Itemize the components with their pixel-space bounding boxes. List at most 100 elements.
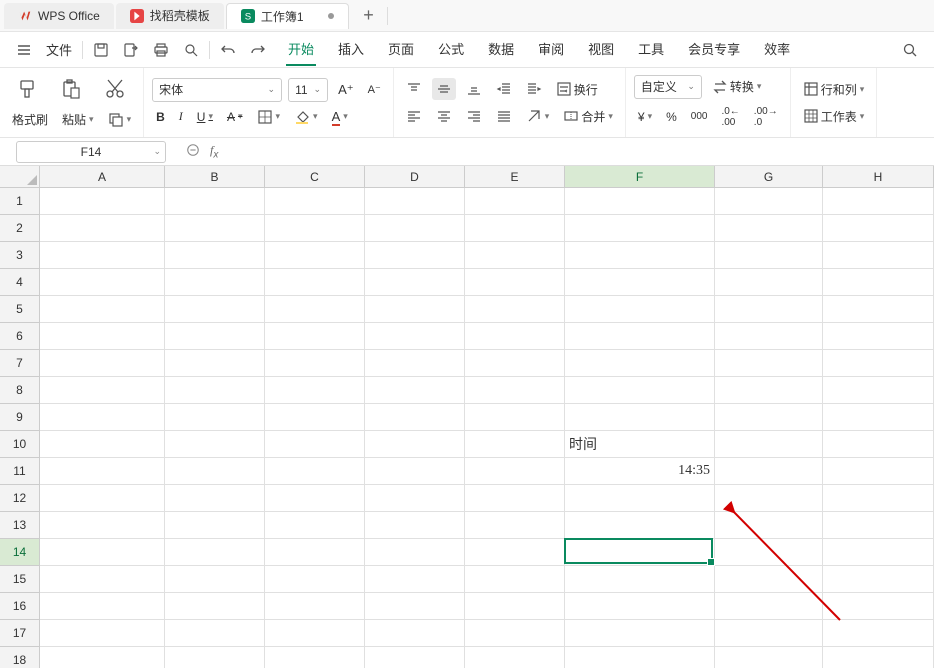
cell[interactable] — [465, 215, 565, 242]
percent-button[interactable]: % — [662, 107, 681, 127]
cell[interactable] — [40, 404, 165, 431]
cell[interactable] — [465, 350, 565, 377]
row-header[interactable]: 2 — [0, 215, 40, 242]
menu-insert[interactable]: 插入 — [336, 33, 366, 66]
cell[interactable] — [565, 188, 715, 215]
cell[interactable] — [823, 620, 934, 647]
cell[interactable] — [365, 566, 465, 593]
row-header[interactable]: 9 — [0, 404, 40, 431]
cell[interactable] — [823, 323, 934, 350]
cell[interactable] — [565, 350, 715, 377]
cell[interactable] — [365, 377, 465, 404]
align-top-button[interactable] — [402, 78, 426, 100]
cell[interactable] — [715, 647, 823, 668]
cell[interactable] — [465, 539, 565, 566]
font-name-select[interactable]: 宋体⌄ — [152, 78, 282, 102]
cell[interactable] — [465, 269, 565, 296]
cell[interactable] — [165, 431, 265, 458]
cell[interactable] — [465, 431, 565, 458]
menu-member[interactable]: 会员专享 — [686, 33, 742, 66]
border-button[interactable]: ▾ — [253, 106, 285, 128]
cell[interactable] — [715, 242, 823, 269]
cell[interactable]: 14:35 — [565, 458, 715, 485]
cell[interactable] — [715, 566, 823, 593]
cell[interactable] — [365, 539, 465, 566]
cell[interactable] — [823, 242, 934, 269]
row-header[interactable]: 10 — [0, 431, 40, 458]
cell[interactable] — [465, 377, 565, 404]
cell[interactable] — [365, 215, 465, 242]
cell[interactable] — [265, 188, 365, 215]
export-icon[interactable] — [117, 36, 145, 64]
row-header[interactable]: 18 — [0, 647, 40, 668]
cell[interactable] — [465, 647, 565, 668]
column-header[interactable]: G — [715, 166, 823, 188]
cell[interactable] — [165, 620, 265, 647]
row-header[interactable]: 16 — [0, 593, 40, 620]
font-size-select[interactable]: 11⌄ — [288, 78, 328, 102]
row-header[interactable]: 17 — [0, 620, 40, 647]
cell[interactable] — [565, 539, 715, 566]
row-header[interactable]: 15 — [0, 566, 40, 593]
cell[interactable] — [265, 458, 365, 485]
cell[interactable] — [365, 296, 465, 323]
align-bottom-button[interactable] — [462, 78, 486, 100]
cell[interactable] — [565, 377, 715, 404]
cell[interactable] — [715, 539, 823, 566]
row-header[interactable]: 8 — [0, 377, 40, 404]
column-header[interactable]: A — [40, 166, 165, 188]
cell[interactable] — [365, 593, 465, 620]
cell[interactable] — [40, 593, 165, 620]
strikethrough-button[interactable]: A▾ — [223, 107, 247, 127]
cell[interactable] — [565, 566, 715, 593]
print-icon[interactable] — [147, 36, 175, 64]
cell[interactable] — [265, 323, 365, 350]
cell[interactable] — [365, 458, 465, 485]
cell[interactable] — [715, 215, 823, 242]
number-format-select[interactable]: 自定义⌄ — [634, 75, 702, 99]
cell[interactable] — [465, 566, 565, 593]
rowcol-button[interactable]: 行和列▾ — [799, 78, 869, 101]
cell[interactable] — [565, 269, 715, 296]
cell[interactable] — [40, 458, 165, 485]
cell[interactable] — [565, 242, 715, 269]
cell[interactable]: 时间 — [565, 431, 715, 458]
cell[interactable] — [165, 404, 265, 431]
menu-view[interactable]: 视图 — [586, 33, 616, 66]
decrease-decimal-button[interactable]: .0←.00 — [717, 103, 743, 131]
column-header[interactable]: B — [165, 166, 265, 188]
cell[interactable] — [265, 215, 365, 242]
menu-icon[interactable] — [10, 36, 38, 64]
cell[interactable] — [715, 512, 823, 539]
column-header[interactable]: C — [265, 166, 365, 188]
cell[interactable] — [165, 296, 265, 323]
italic-button[interactable]: I — [175, 106, 187, 127]
menu-page[interactable]: 页面 — [386, 33, 416, 66]
cell[interactable] — [165, 188, 265, 215]
column-header[interactable]: H — [823, 166, 934, 188]
cell[interactable] — [823, 647, 934, 668]
cell[interactable] — [40, 377, 165, 404]
cell[interactable] — [40, 296, 165, 323]
cell[interactable] — [165, 566, 265, 593]
convert-button[interactable]: 转换▾ — [708, 75, 766, 98]
cell[interactable] — [40, 512, 165, 539]
cell[interactable] — [365, 620, 465, 647]
cell[interactable] — [823, 404, 934, 431]
cell[interactable] — [165, 647, 265, 668]
decrease-indent-button[interactable] — [492, 78, 516, 100]
cell[interactable] — [715, 458, 823, 485]
app-tab-wps[interactable]: WPS Office — [4, 3, 114, 29]
row-header[interactable]: 7 — [0, 350, 40, 377]
worksheet-button[interactable]: 工作表▾ — [799, 105, 869, 128]
orientation-button[interactable]: ▾ — [522, 105, 554, 127]
cell[interactable] — [365, 242, 465, 269]
cell[interactable] — [465, 296, 565, 323]
cell[interactable] — [165, 458, 265, 485]
cell[interactable] — [265, 539, 365, 566]
cell[interactable] — [40, 566, 165, 593]
menu-formula[interactable]: 公式 — [436, 33, 466, 66]
cell[interactable] — [265, 269, 365, 296]
merge-button[interactable]: 合并▾ — [559, 105, 617, 128]
cell[interactable] — [165, 539, 265, 566]
